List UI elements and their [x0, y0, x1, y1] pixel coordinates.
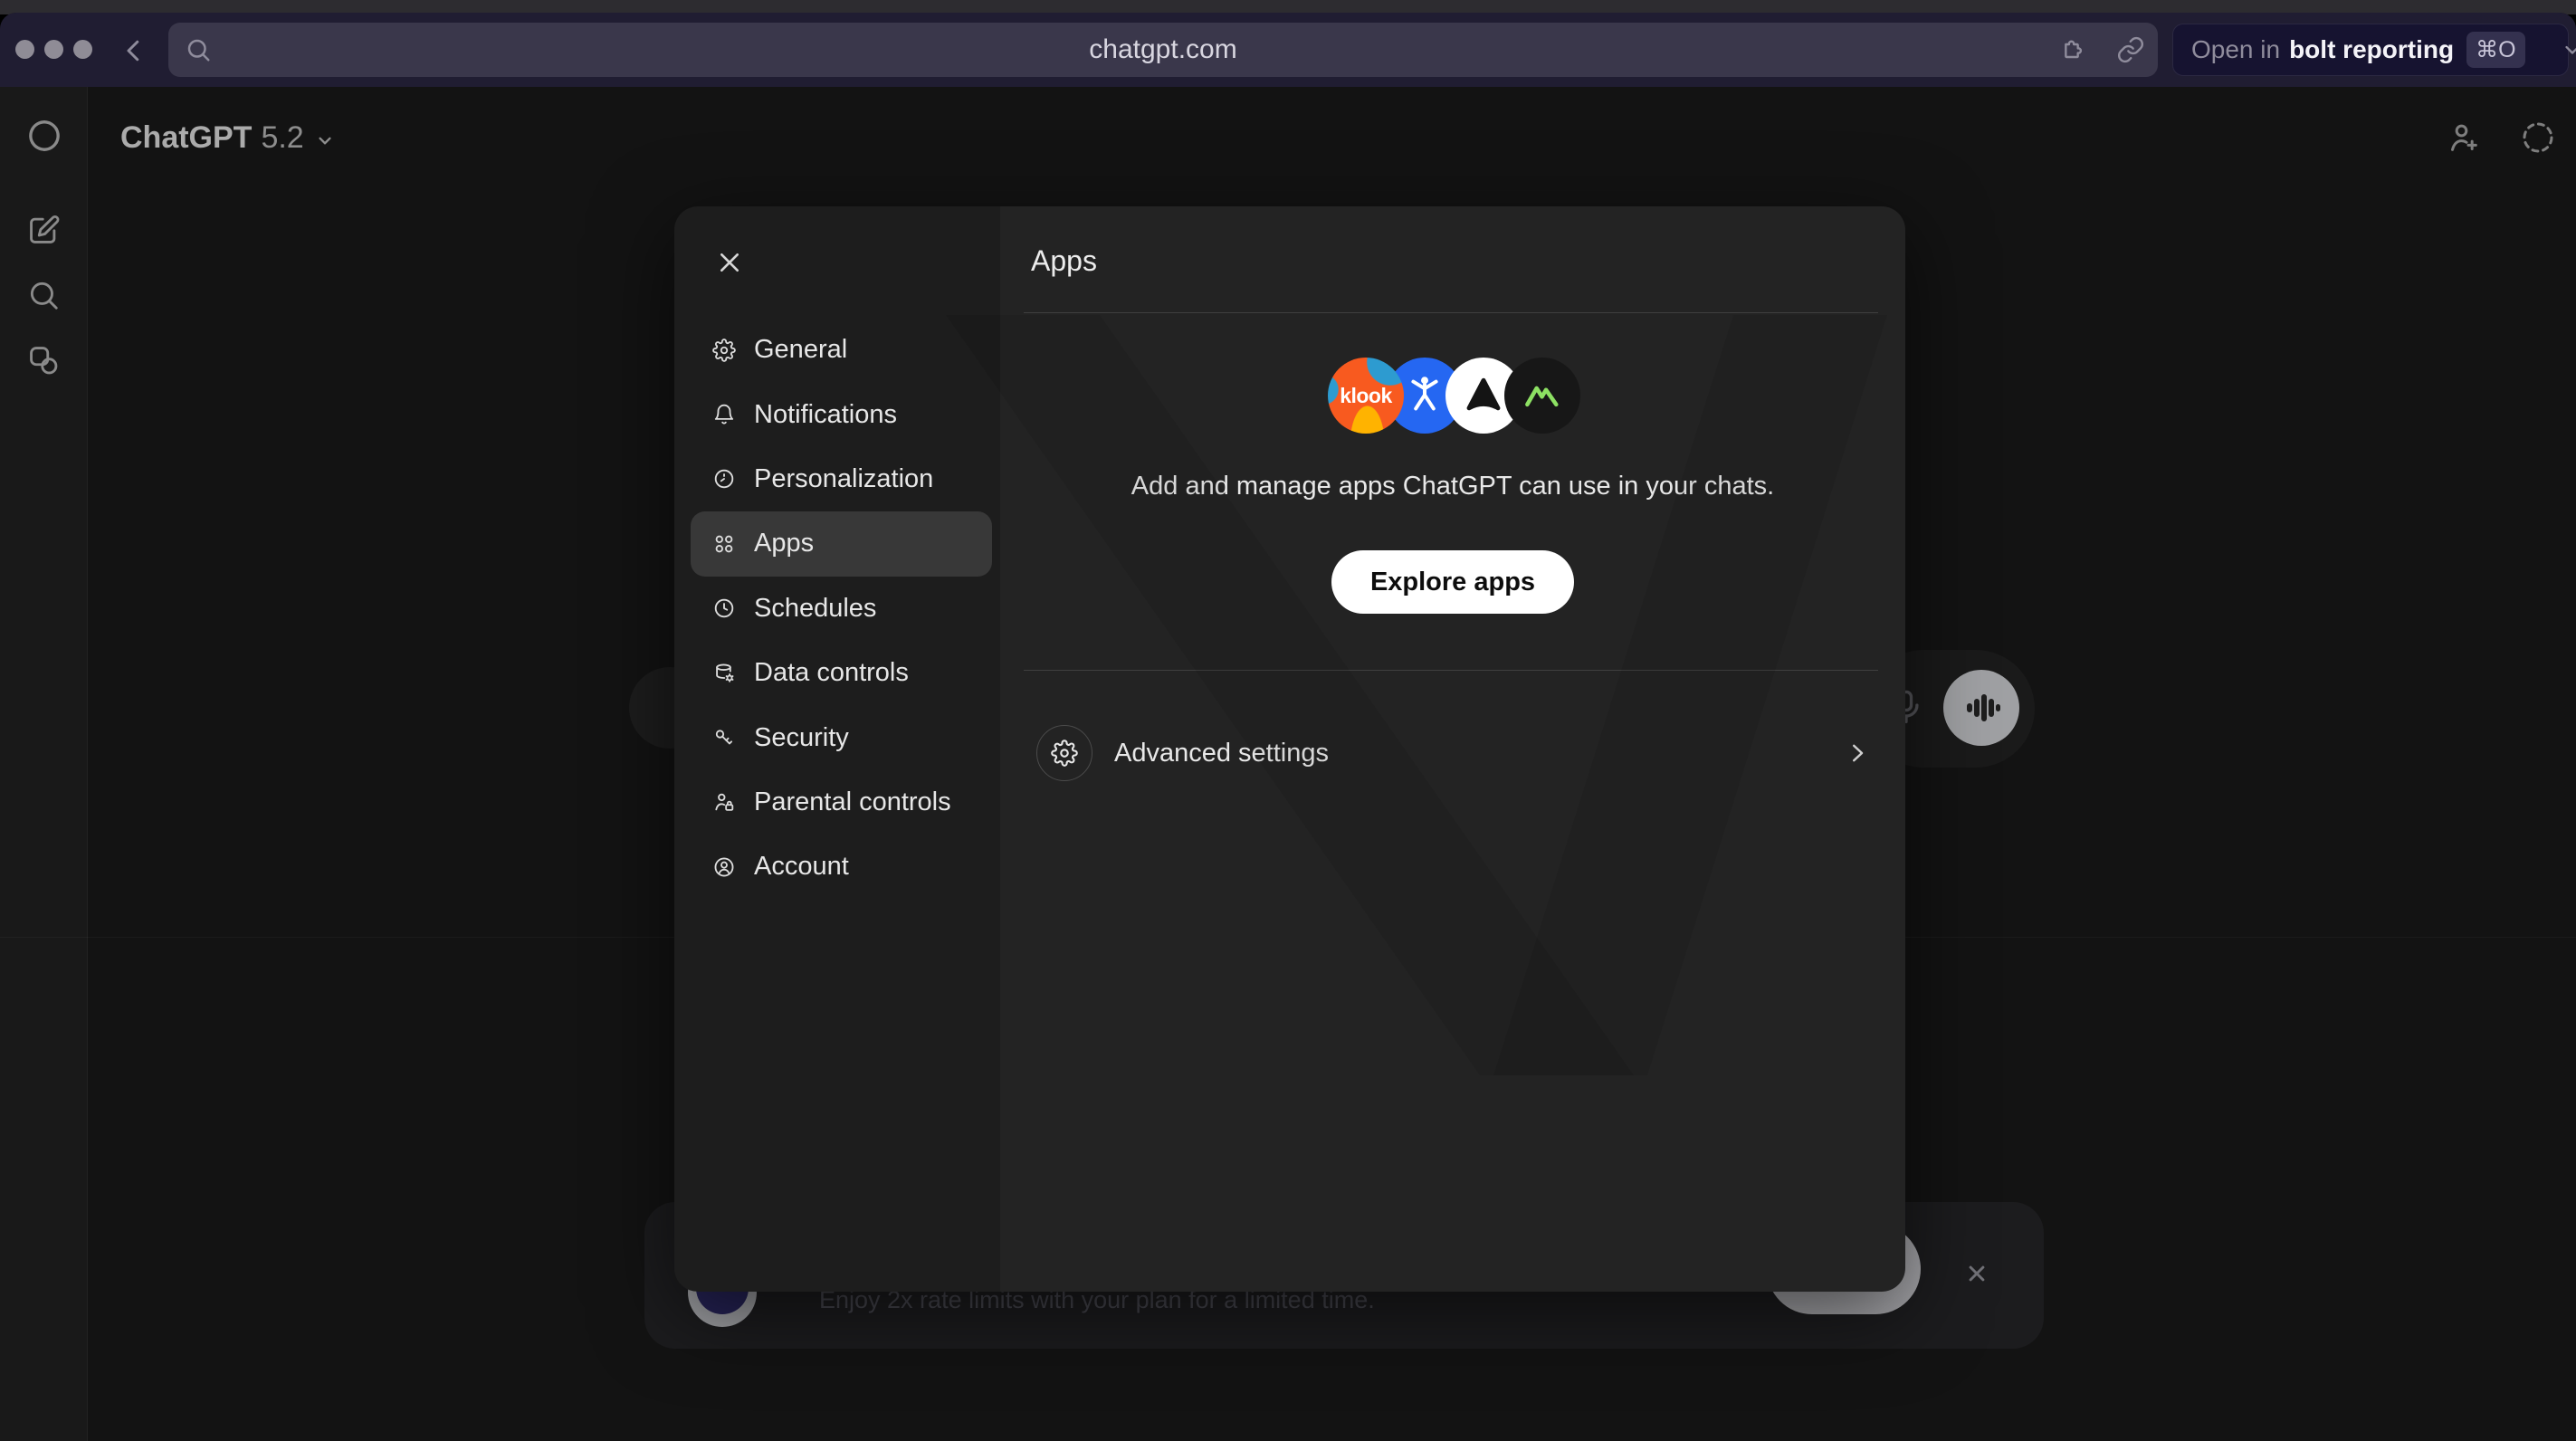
- extension-icon[interactable]: [2057, 35, 2086, 64]
- settings-nav-general[interactable]: General: [691, 318, 992, 382]
- back-button[interactable]: [118, 34, 150, 67]
- open-in-app-name: bolt reporting: [2289, 35, 2454, 64]
- model-version: 5.2: [261, 120, 303, 156]
- gpts-icon[interactable]: [26, 343, 62, 379]
- settings-nav-notifications[interactable]: Notifications: [691, 382, 992, 446]
- apps-description: Add and manage apps ChatGPT can use in y…: [1000, 472, 1905, 501]
- settings-nav-account[interactable]: Account: [691, 835, 992, 899]
- settings-nav-apps[interactable]: Apps: [691, 511, 992, 576]
- settings-nav-personalization[interactable]: Personalization: [691, 447, 992, 511]
- voice-mode-button[interactable]: [1943, 670, 2019, 746]
- url-text: chatgpt.com: [168, 23, 2158, 77]
- klook-label: klook: [1340, 384, 1392, 408]
- divider: [1024, 312, 1878, 313]
- address-bar[interactable]: chatgpt.com: [168, 23, 2158, 77]
- explore-apps-button[interactable]: Explore apps: [1331, 550, 1574, 614]
- close-icon: [715, 248, 744, 277]
- keyboard-shortcut-badge: ⌘O: [2466, 32, 2524, 68]
- settings-nav-security[interactable]: Security: [691, 705, 992, 769]
- person-lock-icon: [712, 790, 736, 814]
- gear-icon: [1036, 725, 1092, 781]
- advanced-settings-label: Advanced settings: [1114, 739, 1329, 768]
- apps-grid-icon: [712, 532, 736, 556]
- app-title: ChatGPT: [120, 120, 252, 156]
- app-sidebar: [0, 87, 88, 1441]
- window-close-button[interactable]: [15, 40, 34, 59]
- settings-nav-schedules[interactable]: Schedules: [691, 577, 992, 641]
- model-selector[interactable]: ChatGPT 5.2: [120, 118, 337, 157]
- search-chats-icon[interactable]: [26, 278, 62, 314]
- dial-icon: [712, 467, 736, 491]
- bell-icon: [712, 403, 736, 426]
- settings-nav-parental-controls[interactable]: Parental controls: [691, 770, 992, 835]
- settings-close-button[interactable]: [707, 240, 752, 285]
- window-zoom-button[interactable]: [73, 40, 92, 59]
- chevron-down-icon: [313, 129, 337, 152]
- open-in-prefix: Open in: [2191, 35, 2280, 64]
- waveform-icon: [1960, 686, 2003, 730]
- panel-title: Apps: [1031, 244, 1097, 278]
- clock-icon: [712, 596, 736, 620]
- browser-toolbar: chatgpt.com Open in bolt reporting ⌘O: [0, 13, 2576, 88]
- window-minimize-button[interactable]: [44, 40, 63, 59]
- gear-icon: [712, 339, 736, 362]
- new-chat-icon[interactable]: [26, 213, 62, 249]
- chevron-left-icon: [118, 34, 150, 67]
- settings-nav: General Notifications Personalization Ap…: [691, 318, 992, 900]
- close-icon: [1963, 1260, 1990, 1287]
- chat-page-background: ChatGPT 5.2 Enjoy 2x rate limits with yo…: [0, 87, 2576, 1441]
- openai-logo-icon[interactable]: [26, 118, 62, 154]
- person-circle-icon: [712, 855, 736, 879]
- link-icon[interactable]: [2116, 35, 2145, 64]
- divider: [1024, 670, 1878, 671]
- promo-banner-close-button[interactable]: [1957, 1254, 1997, 1293]
- alltrails-app-icon: [1504, 358, 1580, 434]
- settings-nav-data-controls[interactable]: Data controls: [691, 641, 992, 705]
- klook-app-icon: klook: [1328, 358, 1404, 434]
- settings-apps-panel: Apps klook Add and manage apps ChatGPT c…: [1000, 206, 1905, 1292]
- open-in-app-button[interactable]: Open in bolt reporting ⌘O: [2172, 24, 2569, 76]
- profile-placeholder-icon[interactable]: [2520, 119, 2556, 156]
- key-icon: [712, 726, 736, 749]
- database-icon: [712, 662, 736, 685]
- advanced-settings-row[interactable]: Advanced settings: [1024, 719, 1878, 787]
- share-person-icon[interactable]: [2446, 119, 2482, 156]
- chevron-right-icon: [1844, 740, 1871, 767]
- browser-window: chatgpt.com Open in bolt reporting ⌘O: [0, 13, 2576, 1441]
- chevron-down-icon[interactable]: [2560, 37, 2576, 62]
- settings-dialog: Apps klook Add and manage apps ChatGPT c…: [674, 206, 1905, 1292]
